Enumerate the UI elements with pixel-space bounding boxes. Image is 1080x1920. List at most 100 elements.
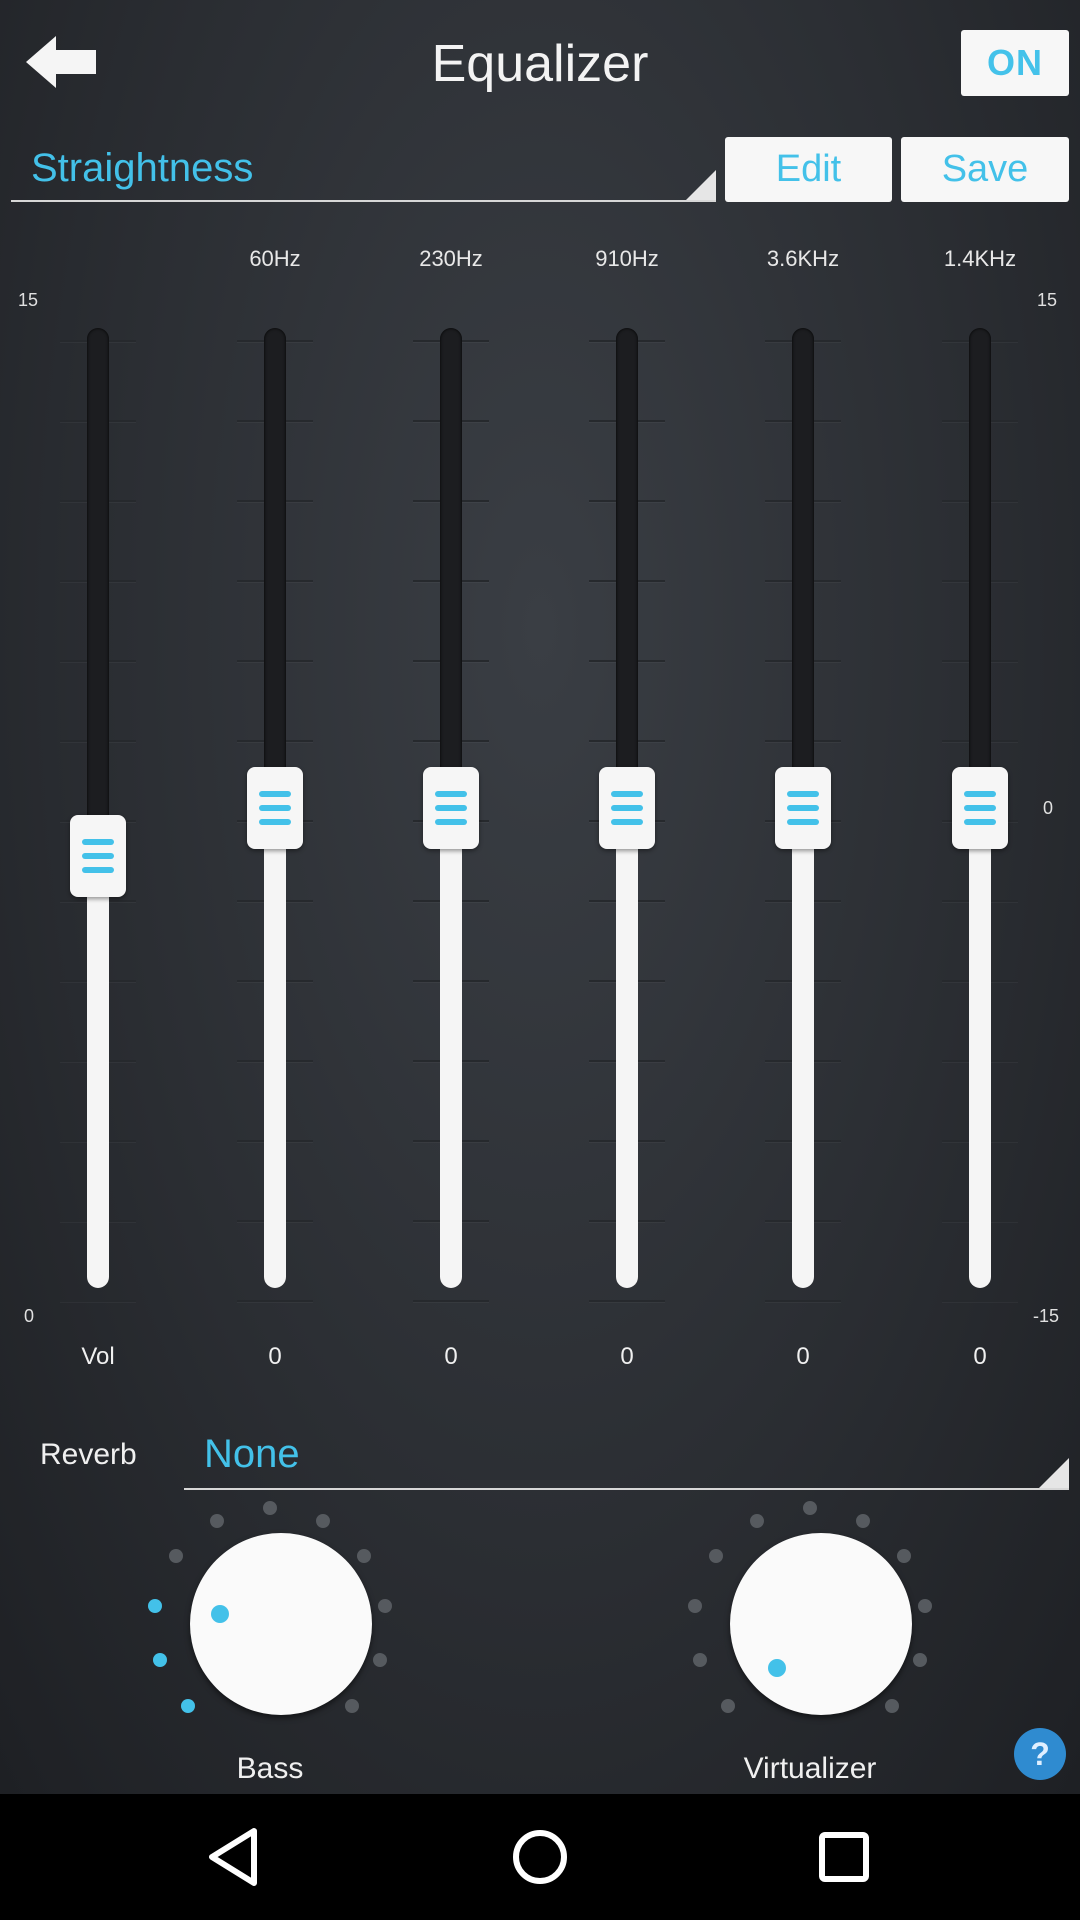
grip-line-icon xyxy=(964,819,996,825)
slider-tick xyxy=(765,1300,841,1302)
grip-line-icon xyxy=(787,819,819,825)
preset-dropdown[interactable]: Straightness xyxy=(11,138,716,202)
band-slider[interactable] xyxy=(235,318,315,1302)
reverb-label: Reverb xyxy=(40,1438,137,1471)
grip-line-icon xyxy=(964,791,996,797)
knob-indicator xyxy=(768,1658,787,1677)
slider-thumb[interactable] xyxy=(423,767,479,849)
slider-fill xyxy=(969,808,991,1288)
virtualizer-knob[interactable] xyxy=(680,1500,940,1760)
knob-level-dot xyxy=(720,1699,735,1714)
nav-back-icon xyxy=(209,1828,257,1886)
help-icon[interactable]: ? xyxy=(1014,1728,1066,1780)
band-slider[interactable] xyxy=(940,318,1020,1302)
knob-level-dot xyxy=(148,1598,163,1613)
knob-indicator xyxy=(210,1605,229,1624)
band-slider[interactable] xyxy=(763,318,843,1302)
slider-value-label: 0 xyxy=(796,1343,810,1370)
grip-line-icon xyxy=(82,853,114,859)
scale-left-top: 15 xyxy=(18,290,39,310)
grip-line-icon xyxy=(435,791,467,797)
slider-value-label: 0 xyxy=(444,1343,458,1370)
bass-knob[interactable] xyxy=(140,1500,400,1760)
slider-tick xyxy=(413,1300,489,1302)
volume-slider[interactable] xyxy=(58,318,138,1302)
knob-level-dot xyxy=(373,1652,388,1667)
knob-level-dot xyxy=(913,1652,928,1667)
knob-level-dot xyxy=(345,1699,360,1714)
grip-line-icon xyxy=(435,805,467,811)
scale-right-top: 15 xyxy=(1037,290,1058,310)
band-frequency-label: 60Hz xyxy=(249,246,301,271)
slider-value-label: 0 xyxy=(973,1343,987,1370)
grip-line-icon xyxy=(611,819,643,825)
knob-dial[interactable] xyxy=(730,1533,912,1715)
grip-line-icon xyxy=(82,839,114,845)
knob-level-dot xyxy=(152,1652,167,1667)
slider-tick xyxy=(942,1300,1018,1302)
knob-level-dot xyxy=(180,1699,195,1714)
band-frequency-label: 1.4KHz xyxy=(943,246,1017,271)
edit-button[interactable]: Edit xyxy=(725,137,892,202)
knob-label: Virtualizer xyxy=(743,1752,877,1785)
band-frequency-label: 910Hz xyxy=(595,246,659,271)
knob-level-dot xyxy=(803,1501,817,1515)
nav-recent-button[interactable] xyxy=(804,1819,884,1895)
slider-thumb[interactable] xyxy=(952,767,1008,849)
knob-level-dot xyxy=(709,1548,724,1563)
slider-thumb[interactable] xyxy=(70,815,126,897)
grip-line-icon xyxy=(964,805,996,811)
grip-line-icon xyxy=(259,805,291,811)
knob-dial[interactable] xyxy=(190,1533,372,1715)
band-slider[interactable] xyxy=(587,318,667,1302)
slider-fill xyxy=(87,856,109,1288)
knob-level-dot xyxy=(169,1548,184,1563)
grip-line-icon xyxy=(259,791,291,797)
dropdown-corner-icon xyxy=(1039,1458,1069,1488)
knob-level-dot xyxy=(356,1548,371,1563)
band-frequency-label: 230Hz xyxy=(419,246,483,271)
save-button[interactable]: Save xyxy=(901,137,1069,202)
slider-fill xyxy=(792,808,814,1288)
grip-line-icon xyxy=(787,805,819,811)
grip-line-icon xyxy=(259,819,291,825)
nav-home-icon xyxy=(513,1830,567,1884)
knob-level-dot xyxy=(896,1548,911,1563)
knob-level-dot xyxy=(688,1598,703,1613)
slider-thumb[interactable] xyxy=(775,767,831,849)
equalizer-screen: Equalizer ON Straightness Edit Save 15 0… xyxy=(0,0,1080,1794)
page-title: Equalizer xyxy=(431,35,649,93)
knob-label: Bass xyxy=(236,1752,304,1785)
nav-home-button[interactable] xyxy=(500,1819,580,1895)
band-slider[interactable] xyxy=(411,318,491,1302)
nav-back-button[interactable] xyxy=(196,1819,276,1895)
reverb-dropdown[interactable]: None xyxy=(184,1428,1069,1490)
knob-level-dot xyxy=(750,1513,765,1528)
scale-right-mid: 0 xyxy=(1043,798,1054,818)
knob-level-dot xyxy=(210,1513,225,1528)
knob-level-dot xyxy=(692,1652,707,1667)
knob-level-dot xyxy=(377,1598,392,1613)
grip-line-icon xyxy=(787,791,819,797)
band-frequency-label: 3.6KHz xyxy=(766,246,840,271)
preset-value: Straightness xyxy=(31,146,254,190)
slider-thumb[interactable] xyxy=(599,767,655,849)
slider-fill xyxy=(440,808,462,1288)
slider-tick xyxy=(60,1300,136,1302)
slider-thumb[interactable] xyxy=(247,767,303,849)
knob-level-dot xyxy=(315,1513,330,1528)
slider-value-label: Vol xyxy=(81,1343,115,1370)
scale-left-bottom: 0 xyxy=(24,1306,35,1326)
system-nav-bar xyxy=(0,1794,1080,1920)
slider-tick xyxy=(237,1300,313,1302)
nav-recent-icon xyxy=(819,1832,869,1882)
knob-level-dot xyxy=(917,1598,932,1613)
grip-line-icon xyxy=(611,805,643,811)
slider-tick xyxy=(589,1300,665,1302)
grip-line-icon xyxy=(435,819,467,825)
power-toggle-button[interactable]: ON xyxy=(961,30,1069,96)
slider-fill xyxy=(616,808,638,1288)
slider-fill xyxy=(264,808,286,1288)
knob-level-dot xyxy=(885,1699,900,1714)
dropdown-corner-icon xyxy=(686,170,716,200)
